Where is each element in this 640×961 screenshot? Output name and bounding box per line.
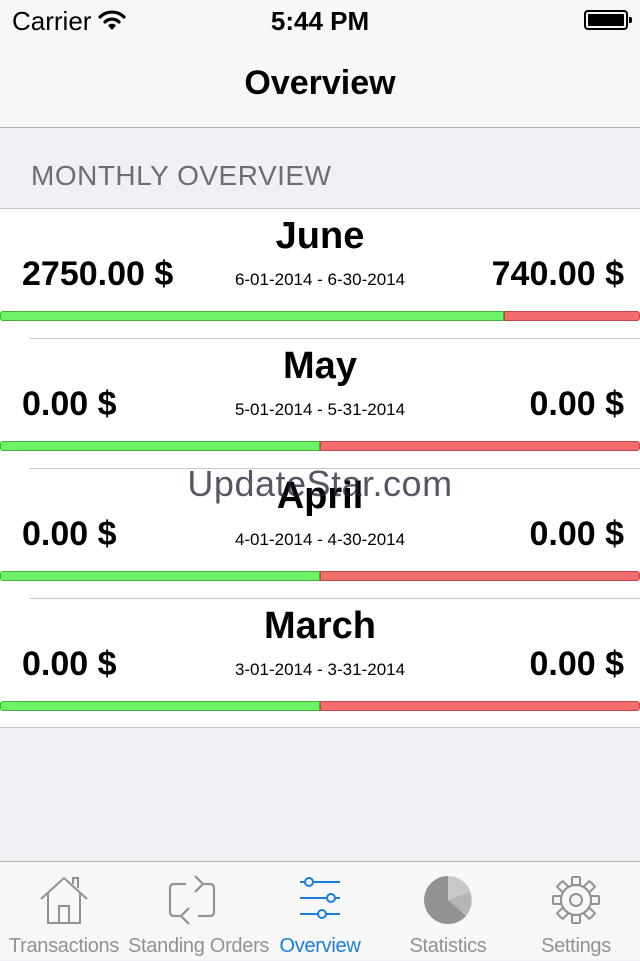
month-name: May <box>283 345 357 387</box>
income-bar <box>0 441 320 451</box>
expense-amount: 0.00 $ <box>529 515 624 553</box>
repeat-icon <box>168 875 216 925</box>
page-title: Overview <box>244 64 396 102</box>
tab-standing-orders[interactable]: Standing Orders <box>128 862 270 961</box>
income-expense-bar <box>0 441 640 451</box>
income-bar <box>0 571 320 581</box>
income-expense-bar <box>0 571 640 581</box>
expense-amount: 740.00 $ <box>491 255 624 293</box>
expense-amount: 0.00 $ <box>529 645 624 683</box>
month-row-march[interactable]: March 0.00 $ 3-01-2014 - 3-31-2014 0.00 … <box>0 599 640 729</box>
pie-chart-icon <box>424 876 472 924</box>
house-icon <box>40 877 88 924</box>
month-row-june[interactable]: June 2750.00 $ 6-01-2014 - 6-30-2014 740… <box>0 209 640 339</box>
tab-label: Transactions <box>8 935 120 957</box>
battery-icon <box>584 10 632 30</box>
income-expense-bar <box>0 311 640 321</box>
tab-transactions[interactable]: Transactions <box>0 862 128 961</box>
tab-statistics[interactable]: Statistics <box>384 862 512 961</box>
tab-bar: Transactions Standing Orders Overview St… <box>0 861 640 960</box>
tab-label: Overview <box>279 935 361 957</box>
tab-overview[interactable]: Overview <box>256 862 384 961</box>
clock-label: 5:44 PM <box>270 6 370 36</box>
navigation-bar: Overview <box>0 40 640 128</box>
expense-amount: 0.00 $ <box>529 385 624 423</box>
tab-label: Standing Orders <box>128 935 270 957</box>
income-bar <box>0 311 504 321</box>
income-bar <box>0 701 320 711</box>
status-bar: Carrier 5:44 PM <box>0 0 640 40</box>
month-row-may[interactable]: May 0.00 $ 5-01-2014 - 5-31-2014 0.00 $ <box>0 339 640 469</box>
expense-bar <box>320 701 640 711</box>
month-name: June <box>275 215 365 257</box>
month-name: March <box>264 605 376 647</box>
tab-settings[interactable]: Settings <box>512 862 640 961</box>
tab-label: Settings <box>541 935 611 957</box>
income-expense-bar <box>0 701 640 711</box>
sliders-icon <box>300 877 340 919</box>
section-header: MONTHLY OVERVIEW <box>31 160 332 191</box>
expense-bar <box>504 311 640 321</box>
watermark: UpdateStar.com <box>187 463 453 504</box>
gear-icon <box>552 876 600 924</box>
tab-label: Statistics <box>409 935 487 957</box>
expense-bar <box>320 441 640 451</box>
expense-bar <box>320 571 640 581</box>
